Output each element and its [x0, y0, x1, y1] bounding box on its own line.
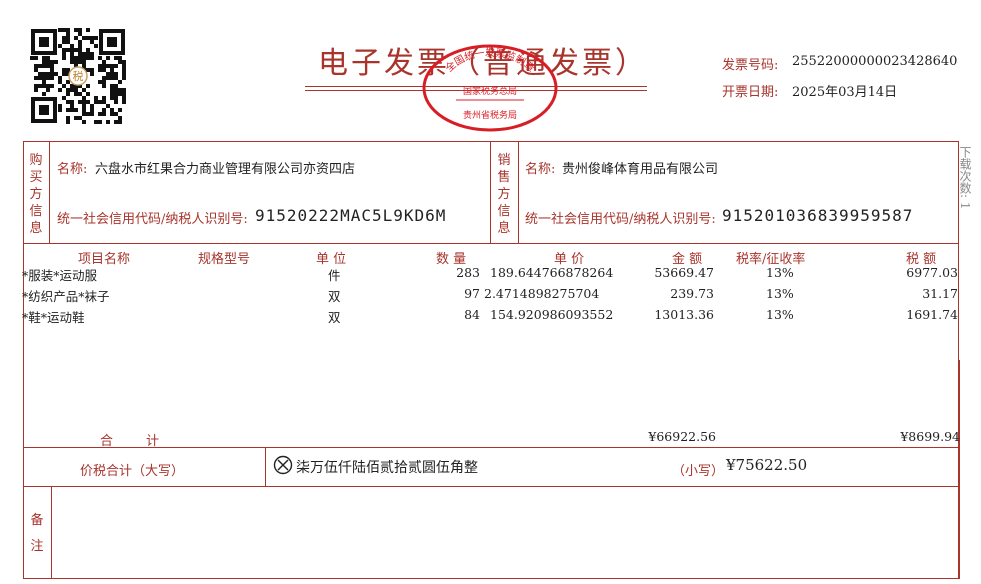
buyer-name-label: 名称: [57, 162, 88, 177]
row-qty: 97 [464, 286, 480, 301]
row-item: *纺织产品*袜子 [22, 289, 110, 304]
row-tax: 1691.74 [906, 307, 958, 322]
seller-tax-id: 915201036839959587 [722, 206, 914, 225]
row-rate: 13% [766, 265, 794, 280]
row-tax: 6977.03 [906, 265, 958, 280]
seal-bottom-text: 贵州省税务局 [463, 109, 517, 121]
qr-badge-text: 税 [73, 69, 84, 83]
row-price: 2.4714898275704 [484, 286, 600, 301]
row-price: 154.920986093552 [490, 307, 614, 322]
lower-amount: ¥75622.50 [726, 456, 808, 474]
official-seal: 全国统一发票监制章 国家税务总局 贵州省税务局 [422, 44, 558, 132]
issue-date-label: 开票日期: [722, 85, 779, 100]
row-unit: 双 [328, 310, 341, 325]
seller-tax-label: 统一社会信用代码/纳税人识别号: [525, 212, 716, 227]
lower-amount-label: （小写） [672, 464, 725, 479]
qr-code: 税 [30, 28, 126, 124]
row-amount: 13013.36 [654, 307, 714, 322]
row-rate: 13% [766, 307, 794, 322]
total-amount: ¥66922.56 [648, 429, 716, 444]
invoice-no: 25522000000023428640 [792, 54, 958, 69]
buyer-tax-id: 91520222MAC5L9KD6M [255, 206, 447, 225]
total-label: 合 计 [100, 434, 160, 449]
buyer-tax-label: 统一社会信用代码/纳税人识别号: [57, 212, 248, 227]
summary-label: 价税合计（大写） [80, 464, 185, 479]
row-unit: 件 [328, 268, 341, 283]
buyer-name: 六盘水市红果合力商业管理有限公司亦资四店 [95, 162, 356, 177]
seller-name-label: 名称: [525, 162, 556, 177]
issue-date: 2025年03月14日 [792, 85, 898, 100]
circled-x-icon [273, 455, 293, 475]
total-tax: ¥8699.94 [900, 429, 960, 444]
row-amount: 53669.47 [654, 265, 714, 280]
remarks-label: 备注 [30, 513, 44, 554]
seller-section-label: 销售方信息 [497, 153, 511, 236]
invoice-no-label: 发票号码: [722, 58, 779, 73]
row-item: *服装*运动服 [22, 268, 98, 283]
row-qty: 283 [456, 265, 480, 280]
row-qty: 84 [464, 307, 480, 322]
row-item: *鞋*运动鞋 [22, 310, 85, 325]
buyer-section-label: 购买方信息 [29, 153, 43, 236]
seal-middle-text: 国家税务总局 [463, 85, 517, 97]
row-rate: 13% [766, 286, 794, 301]
row-price: 189.644766878264 [490, 265, 614, 280]
download-count-note: 下载次数: 1 [958, 146, 972, 210]
col-header-spec: 规格型号 [198, 252, 251, 267]
row-tax: 31.17 [922, 286, 958, 301]
seller-name: 贵州俊峰体育用品有限公司 [562, 162, 719, 177]
row-amount: 239.73 [670, 286, 714, 301]
row-unit: 双 [328, 289, 341, 304]
amount-in-words: 柒万伍仟陆佰贰拾贰圆伍角整 [296, 460, 478, 476]
